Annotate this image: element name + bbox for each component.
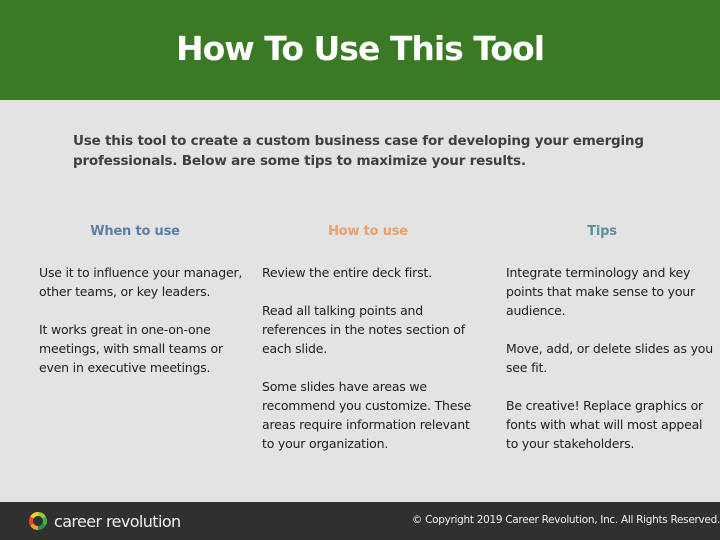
- page-title: How To Use This Tool: [175, 28, 545, 68]
- column-when-to-use: When to use Use it to influence your man…: [39, 224, 249, 396]
- list-item: Review the entire deck first.: [262, 265, 432, 280]
- list-item: Use it to influence your manager, other …: [39, 265, 243, 299]
- footer-bar: career revolution © Copyright 2019 Caree…: [0, 502, 720, 540]
- column-how-to-use: How to use Review the entire deck first.…: [262, 224, 482, 472]
- list-item: It works great in one-on-one meetings, w…: [39, 322, 223, 375]
- copyright-notice: © Copyright 2019 Career Revolution, Inc.…: [411, 514, 720, 526]
- column-heading: How to use: [328, 224, 408, 239]
- list-item: Some slides have areas we recommend you …: [262, 379, 472, 451]
- list-item: Integrate terminology and key points tha…: [506, 265, 695, 318]
- list-item: Move, add, or delete slides as you see f…: [506, 341, 713, 375]
- list-item: Be creative! Replace graphics or fonts w…: [506, 398, 703, 451]
- column-heading: When to use: [90, 224, 180, 239]
- intro-text: Use this tool to create a custom busines…: [73, 133, 644, 169]
- logo-text: career revolution: [54, 511, 181, 531]
- title-banner: How To Use This Tool: [0, 0, 720, 100]
- list-item: Read all talking points and references i…: [262, 303, 465, 356]
- column-tips: Tips Integrate terminology and key point…: [506, 224, 716, 472]
- column-heading: Tips: [587, 224, 617, 239]
- brand-logo: career revolution: [28, 511, 181, 531]
- career-revolution-logo-icon: [28, 512, 48, 530]
